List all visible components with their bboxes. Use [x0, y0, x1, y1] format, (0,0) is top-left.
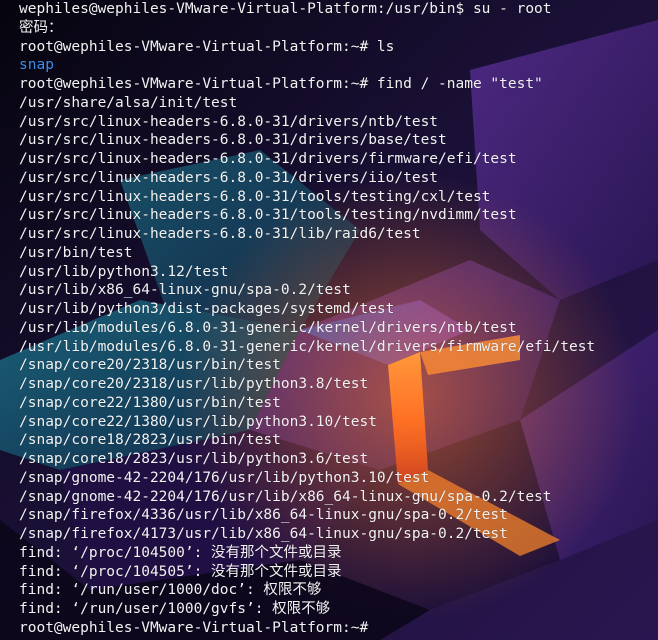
terminal-line: /usr/src/linux-headers-6.8.0-31/tools/te… — [19, 207, 517, 224]
terminal-line: /usr/lib/modules/6.8.0-31-generic/kernel… — [19, 338, 596, 355]
terminal-line: root@wephiles-VMware-Virtual-Platform:~# — [19, 619, 369, 636]
terminal-line: /snap/gnome-42-2204/176/usr/lib/x86_64-l… — [19, 488, 552, 505]
terminal-line: root@wephiles-VMware-Virtual-Platform:~#… — [19, 76, 543, 92]
terminal-line: find: ‘/proc/104505’: 没有那个文件或目录 — [19, 563, 342, 580]
terminal-line: /usr/src/linux-headers-6.8.0-31/drivers/… — [19, 132, 447, 149]
terminal-line: /usr/lib/x86_64-linux-gnu/spa-0.2/test — [19, 282, 351, 299]
terminal-line: /usr/src/linux-headers-6.8.0-31/drivers/… — [19, 151, 517, 167]
terminal-line: /usr/lib/python3/dist-packages/systemd/t… — [19, 301, 395, 317]
directory-entry: snap — [19, 57, 54, 74]
terminal-output[interactable]: wephiles@wephiles-VMware-Virtual-Platfor… — [19, 0, 655, 640]
terminal-line: /usr/src/linux-headers-6.8.0-31/drivers/… — [19, 169, 439, 186]
terminal-line: root@wephiles-VMware-Virtual-Platform:~#… — [19, 38, 395, 55]
terminal-line: /snap/firefox/4336/usr/lib/x86_64-linux-… — [19, 507, 508, 524]
terminal-line: /usr/bin/test — [19, 244, 133, 261]
terminal-line: find: ‘/run/user/1000/gvfs’: 权限不够 — [19, 601, 331, 617]
terminal-line: 密码： — [19, 19, 63, 36]
terminal-line: /usr/share/alsa/init/test — [19, 94, 238, 111]
terminal-line: /usr/src/linux-headers-6.8.0-31/drivers/… — [19, 113, 439, 130]
terminal-line: /snap/core22/1380/usr/bin/test — [19, 394, 281, 411]
terminal-line: /snap/core22/1380/usr/lib/python3.10/tes… — [19, 413, 377, 430]
terminal-line: /usr/lib/python3.12/test — [19, 263, 229, 280]
terminal-line: wephiles@wephiles-VMware-Virtual-Platfor… — [19, 1, 552, 17]
terminal-line: /snap/gnome-42-2204/176/usr/lib/python3.… — [19, 469, 430, 486]
terminal-line: /usr/src/linux-headers-6.8.0-31/lib/raid… — [19, 226, 421, 242]
terminal-line: /snap/core20/2318/usr/bin/test — [19, 357, 281, 374]
terminal-line: find: ‘/proc/104500’: 没有那个文件或目录 — [19, 544, 342, 561]
terminal-line: /snap/core18/2823/usr/lib/python3.6/test — [19, 451, 369, 467]
terminal-line: /snap/core18/2823/usr/bin/test — [19, 432, 281, 449]
terminal-line: /snap/firefox/4173/usr/lib/x86_64-linux-… — [19, 526, 508, 542]
terminal-line: /usr/lib/modules/6.8.0-31-generic/kernel… — [19, 319, 517, 336]
terminal-line: /snap/core20/2318/usr/lib/python3.8/test — [19, 376, 369, 392]
terminal-line: find: ‘/run/user/1000/doc’: 权限不够 — [19, 582, 322, 599]
terminal-line: /usr/src/linux-headers-6.8.0-31/tools/te… — [19, 188, 491, 205]
